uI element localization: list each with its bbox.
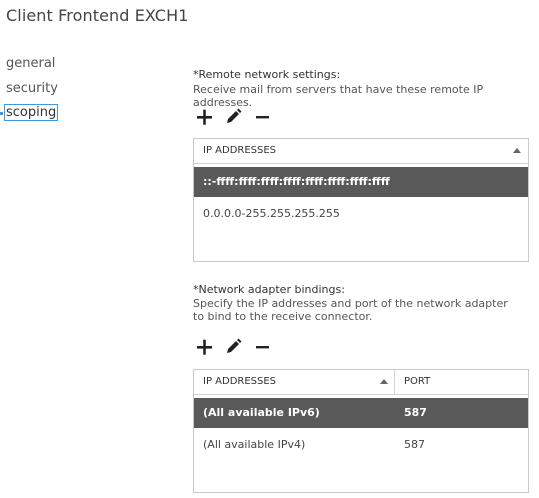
column-header-ip-addresses[interactable]: IP ADDRESSES	[194, 370, 394, 394]
adapter-bindings-grid: IP ADDRESSES PORT (All available IPv6) 5…	[193, 369, 529, 493]
column-header-label: IP ADDRESSES	[203, 145, 277, 156]
column-header-port[interactable]: PORT	[395, 370, 528, 394]
ip-address-cell: (All available IPv4)	[203, 438, 306, 451]
adapter-edit-button[interactable]	[223, 337, 245, 357]
column-header-label: PORT	[404, 376, 431, 387]
remote-remove-button[interactable]	[253, 107, 275, 127]
nav-item-security[interactable]: security	[6, 81, 58, 96]
port-cell: 587	[404, 406, 427, 419]
pencil-icon	[227, 338, 242, 353]
remote-add-button[interactable]	[194, 107, 216, 127]
ip-address-cell: ::-ffff:ffff:ffff:ffff:ffff:ffff:ffff:ff…	[203, 175, 390, 188]
table-row[interactable]: (All available IPv6) 587	[194, 398, 528, 428]
nav-item-scoping[interactable]: scoping	[4, 104, 59, 121]
remote-network-label: *Remote network settings:	[193, 68, 341, 81]
remote-network-description: Receive mail from servers that have thes…	[193, 83, 484, 109]
remote-ip-grid: IP ADDRESSES ::-ffff:ffff:ffff:ffff:ffff…	[193, 138, 529, 262]
page-title: Client Frontend EXCH1	[6, 6, 189, 25]
column-header-label: IP ADDRESSES	[203, 376, 277, 387]
pencil-icon	[227, 108, 242, 123]
nav-item-general[interactable]: general	[6, 56, 55, 71]
grid-header: IP ADDRESSES	[194, 139, 528, 164]
plus-icon	[197, 109, 212, 125]
adapter-bindings-label: *Network adapter bindings:	[193, 283, 345, 296]
table-row[interactable]: (All available IPv4) 587	[194, 430, 528, 460]
ip-address-cell: (All available IPv6)	[203, 406, 320, 419]
plus-icon	[197, 339, 212, 355]
adapter-add-button[interactable]	[194, 337, 216, 357]
minus-icon	[256, 346, 269, 349]
adapter-remove-button[interactable]	[253, 337, 275, 357]
remote-edit-button[interactable]	[223, 107, 245, 127]
table-row[interactable]: ::-ffff:ffff:ffff:ffff:ffff:ffff:ffff:ff…	[194, 167, 528, 197]
sort-ascending-icon	[513, 148, 521, 153]
nav-selection-indicator	[0, 112, 3, 115]
table-row[interactable]: 0.0.0.0-255.255.255.255	[194, 199, 528, 229]
adapter-bindings-description: Specify the IP addresses and port of the…	[193, 297, 508, 323]
port-cell: 587	[404, 438, 425, 451]
minus-icon	[256, 116, 269, 119]
sort-ascending-icon	[380, 379, 388, 384]
grid-header: IP ADDRESSES PORT	[194, 370, 528, 395]
column-header-ip-addresses[interactable]: IP ADDRESSES	[194, 139, 514, 163]
ip-address-cell: 0.0.0.0-255.255.255.255	[203, 207, 340, 220]
